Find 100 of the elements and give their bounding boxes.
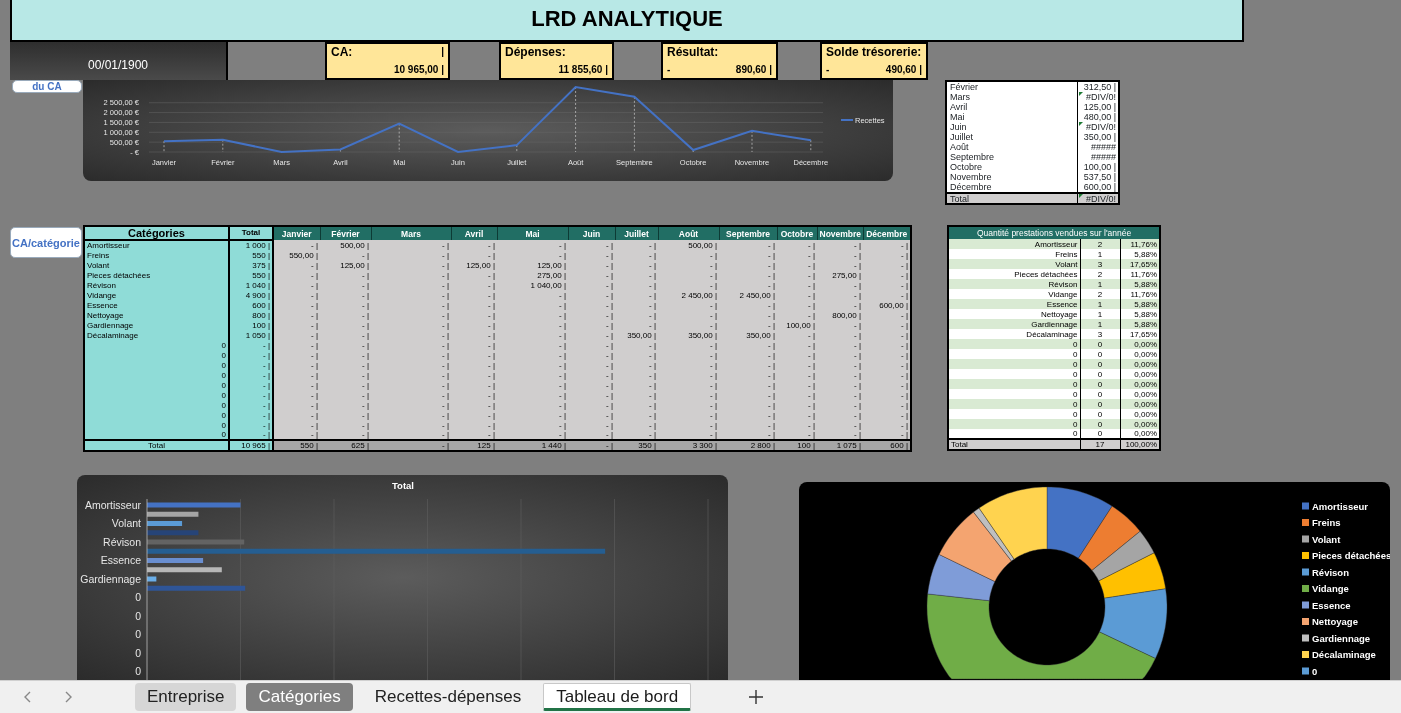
table-cell: - | [615,260,658,270]
table-cell: - | [658,260,719,270]
table-cell: - | [817,240,863,250]
table-cell: - | [615,240,658,250]
table-cell: - | [658,250,719,260]
table-cell: - | [273,410,320,420]
table-cell: Total [84,440,229,451]
table-cell: - | [615,300,658,310]
table-cell: - | [451,400,497,410]
table-cell: - | [451,250,497,260]
table-cell: - | [863,260,911,270]
date-value: 00/01/1900 [10,42,228,80]
column-header: Octobre [777,226,817,240]
table-cell: Révison [84,280,229,290]
table-cell: 350,00 | [658,330,719,340]
table-cell: - | [371,410,451,420]
table-cell: - | [451,330,497,340]
dashboard-title: LRD ANALYTIQUE [10,0,1244,42]
table-cell: - | [451,410,497,420]
table-cell: 600 | [863,440,911,451]
table-cell: - | [863,350,911,360]
table-cell: - | [497,250,568,260]
table-cell: - | [273,280,320,290]
sheet-tab[interactable]: Entreprise [135,683,237,711]
table-cell: - | [451,430,497,440]
table-cell: - | [817,350,863,360]
table-cell: - | [658,400,719,410]
table-cell: 350,00 | [615,330,658,340]
table-cell: - | [273,340,320,350]
value-cell: #DIV/0! [1078,122,1118,132]
table-cell: - | [497,350,568,360]
table-cell: - | [371,430,451,440]
table-cell: - | [273,370,320,380]
axis-label: Essence [100,554,141,566]
table-cell: - | [777,280,817,290]
drop-line [163,140,165,153]
table-cell: - | [273,360,320,370]
kpi-value: 10 965,00 | [393,64,444,76]
table-cell: - | [273,330,320,340]
table-cell: 350 | [615,440,658,451]
table-cell: - | [451,240,497,250]
table-cell: - | [320,270,371,280]
sheet-tab[interactable]: Catégories [246,683,353,711]
table-cell: - | [371,260,451,270]
column-header: Juin [568,226,615,240]
bar [147,521,183,526]
table-cell: - | [719,370,777,380]
table-cell: - | [273,310,320,320]
table-cell: - | [863,290,911,300]
sheet-button[interactable]: du CA [12,80,82,93]
legend-label: Gardiennage [1312,632,1371,644]
table-cell: - | [451,420,497,430]
table-cell: - | [371,380,451,390]
table-cell: - | [658,350,719,360]
table-cell: - | [568,390,615,400]
bar [147,511,199,517]
legend-line-icon [840,119,854,121]
table-cell: - | [777,340,817,350]
table-cell: 0 [84,400,229,410]
table-cell: - | [568,370,615,380]
table-cell: - | [497,410,568,420]
table-cell: - | [615,320,658,330]
table-cell: - | [320,250,371,260]
table-cell: - | [320,420,371,430]
month-cell: Août [947,142,1078,152]
kpi-label: Résultat: [667,45,719,59]
sheet-tab[interactable]: Recettes-dépenses [362,683,534,711]
table-cell: 0 [84,370,229,380]
table-cell: - | [658,340,719,350]
table-cell: - | [658,370,719,380]
column-header: Décembre [863,226,911,240]
table-cell: - | [320,350,371,360]
table-cell: - | [497,420,568,430]
column-header: Catégories [84,226,229,240]
legend-label: Pieces détachées [1312,550,1390,561]
sheet-tab[interactable]: Tableau de bord [543,683,692,711]
table-cell: - | [371,400,451,410]
table-cell: - | [719,380,777,390]
sheet-button[interactable]: CA/catégorie [10,227,82,258]
table-cell: - | [568,260,615,270]
month-cell: Juillet [947,132,1078,142]
table-cell: - | [371,270,451,280]
drop-line [634,96,635,153]
table-cell: - | [817,260,863,270]
table-cell: - | [719,430,777,440]
table-cell: - | [451,340,497,350]
table-cell: - | [777,380,817,390]
table-cell: - | [817,280,863,290]
chart-title: Total [392,480,414,491]
currency-mark: | [441,46,444,58]
table-cell: 500,00 | [658,240,719,250]
table-cell: - | [497,290,568,300]
table-cell: 550 | [273,440,320,451]
table-cell: 550,00 | [273,250,320,260]
axis-label: 0 [135,665,141,677]
table-cell: - | [497,240,568,250]
table-cell: - | [817,340,863,350]
table-cell: - | [863,360,911,370]
table-cell: - | [777,260,817,270]
table-cell: - | [817,330,863,340]
